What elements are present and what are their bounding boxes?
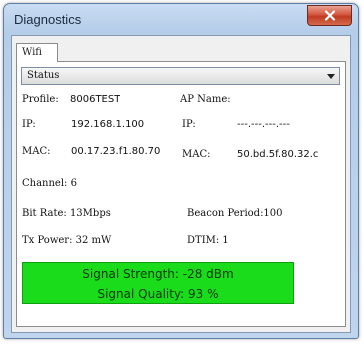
status-select[interactable]: Status	[21, 67, 340, 85]
tab-wifi[interactable]: Wifi	[16, 43, 58, 62]
signal-strength-text: Signal Strength: -28 dBm	[82, 267, 234, 281]
window-title: Diagnostics	[14, 12, 82, 27]
beacon-period-text: Beacon Period:100	[187, 208, 283, 219]
dialog-client-area: Wifi Status Profile: 8006TEST AP Name: I…	[11, 35, 351, 333]
close-button[interactable]	[307, 5, 352, 26]
chevron-down-icon[interactable]	[327, 74, 335, 79]
bit-rate-text: Bit Rate: 13Mbps	[22, 208, 111, 219]
profile-label: Profile:	[22, 94, 59, 105]
ip-value: 192.168.1.100	[71, 119, 145, 130]
wifi-tab-panel: Status Profile: 8006TEST AP Name: IP: 19…	[16, 61, 346, 327]
signal-indicator: Signal Strength: -28 dBm Signal Quality:…	[22, 262, 294, 304]
ap-name-label: AP Name:	[180, 94, 231, 105]
dtim-text: DTIM: 1	[187, 235, 229, 246]
ap-ip-label: IP:	[182, 119, 196, 130]
status-select-value: Status	[27, 70, 60, 81]
ip-label: IP:	[22, 119, 36, 130]
signal-quality-text: Signal Quality: 93 %	[97, 287, 219, 301]
ap-ip-value: ---.---.---.---	[237, 119, 290, 130]
close-icon	[324, 10, 335, 21]
profile-value: 8006TEST	[70, 94, 121, 105]
mac-value: 00.17.23.f1.80.70	[71, 146, 161, 157]
ap-mac-value: 50.bd.5f.80.32.c	[237, 149, 319, 160]
diagnostics-window: Diagnostics Wifi Status Profile: 8006TES…	[3, 3, 359, 339]
mac-label: MAC:	[22, 146, 51, 157]
ap-mac-label: MAC:	[182, 149, 211, 160]
title-bar[interactable]: Diagnostics	[4, 4, 358, 36]
channel-text: Channel: 6	[22, 178, 77, 189]
tx-power-text: Tx Power: 32 mW	[22, 235, 112, 246]
